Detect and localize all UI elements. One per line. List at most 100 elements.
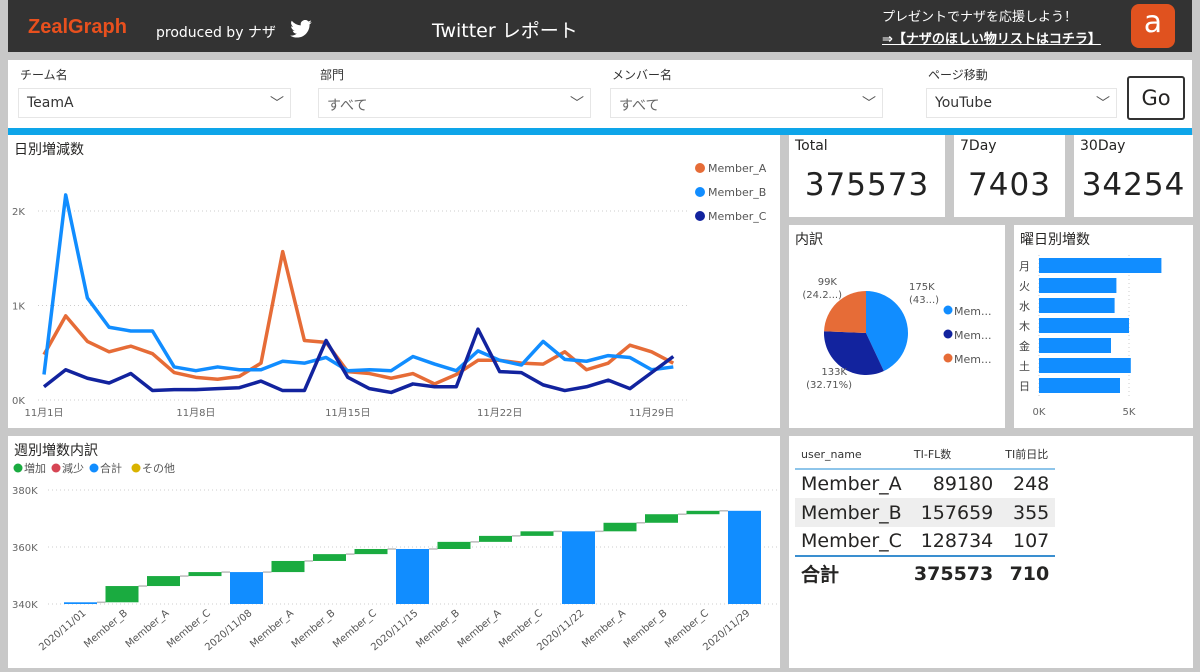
dept-label: 部門 (320, 68, 345, 82)
waterfall-bar-1 (105, 586, 139, 603)
7day-value: 7403 (968, 167, 1051, 203)
weekly-waterfall-chart: 増加 減少 合計 その他340K360K380K2020/11/01Member_BM… (12, 461, 778, 653)
produced-by: produced by ナザ (156, 25, 276, 41)
twitter-icon[interactable] (290, 20, 312, 38)
chevron-down-icon: ﹀ (570, 96, 584, 112)
legend-marker (13, 463, 23, 473)
waterfall-bar-0 (64, 602, 97, 604)
bar-6 (1039, 378, 1120, 393)
waterfall-title: 週別増数内訳 (14, 443, 98, 459)
legend-marker (943, 305, 953, 315)
cell: 248 (1012, 473, 1050, 495)
app-header: ZealGraph produced by ナザ Twitter レポート プレ… (8, 0, 1192, 52)
x-tick-label: Member_B (82, 608, 130, 651)
x-tick-label: 2020/11/01 (37, 608, 88, 653)
legend-label: その他 (142, 462, 175, 475)
legend-marker (695, 163, 705, 173)
category-label: 水 (1019, 300, 1030, 313)
pie-value-label: 133K (821, 367, 847, 378)
chevron-down-icon: ﹀ (862, 96, 876, 112)
bar-5 (1039, 358, 1131, 373)
waterfall-bar-10 (479, 535, 512, 542)
logo: ZealGraph (28, 16, 127, 38)
page-nav-value: YouTube (935, 95, 992, 111)
legend-label: 増加 (24, 462, 46, 475)
table-total-row: 合計 375573 710 (795, 555, 1056, 590)
bar-0 (1039, 258, 1162, 273)
x-tick-label: 11月15日 (325, 407, 370, 419)
waterfall-bar-12 (562, 531, 595, 604)
waterfall-bar-5 (271, 560, 305, 573)
wishlist-link[interactable]: ⇒【ナザのほしい物リストはコチラ】 (882, 28, 1101, 47)
x-tick-label: Member_A (248, 608, 296, 651)
cell: 89180 (932, 473, 994, 495)
col-user-name[interactable]: user_name (795, 438, 908, 470)
category-label: 土 (1019, 360, 1030, 373)
30day-card: 30Day 34254 (1074, 135, 1193, 217)
x-tick-label: 11月8日 (176, 407, 215, 419)
30day-value: 34254 (1081, 167, 1186, 203)
series-line-member_a (42, 249, 675, 386)
member-select[interactable]: すべて ﹀ (610, 88, 883, 118)
table-row: Member_B 157659 355 (795, 498, 1056, 527)
waterfall-bar-8 (396, 548, 429, 604)
total-label: Total (795, 138, 828, 154)
bar-4 (1039, 338, 1111, 353)
amazon-icon[interactable]: a (1131, 4, 1175, 48)
pie-title: 内訳 (795, 232, 823, 248)
weekly-panel: 週別増数内訳 増加 減少 合計 その他 340K 360K 380K 2020/11/01 Me… (8, 436, 780, 668)
7day-label: 7Day (960, 138, 997, 154)
col-day-diff[interactable]: TI前日比 (999, 438, 1056, 470)
legend-marker (695, 187, 705, 197)
legend-label: Member_B (708, 186, 766, 199)
waterfall-bar-14 (645, 514, 678, 523)
table-row: Member_C 128734 107 (795, 527, 1055, 556)
waterfall-bar-9 (437, 541, 471, 549)
cell: 107 (1012, 530, 1050, 552)
bar-1 (1039, 278, 1117, 293)
x-tick-label: Member_B (414, 608, 462, 651)
bar-3 (1039, 318, 1129, 333)
cell: 710 (999, 555, 1056, 590)
waterfall-bar-13 (603, 522, 637, 532)
col-fl-count[interactable]: TI-FL数 (907, 438, 1000, 470)
x-tick-label: 11月22日 (477, 407, 522, 419)
weekday-panel: 曜日別増数 0K 5K 月火水木金土日 (1014, 225, 1193, 428)
page-nav-select[interactable]: YouTube ﹀ (926, 88, 1117, 118)
weekday-title: 曜日別増数 (1020, 232, 1090, 248)
dept-select[interactable]: すべて ﹀ (318, 88, 591, 118)
x-tick-label: 5K (1123, 407, 1136, 418)
cell: Member_A (801, 473, 902, 495)
weekday-bar-chart: 0K 5K 月火水木金土日 (1019, 255, 1162, 418)
x-tick-label: Member_A (124, 608, 172, 651)
legend-label: Mem... (954, 305, 991, 318)
legend-marker (943, 329, 953, 339)
total-card: Total 375573 (789, 135, 945, 217)
member-table-panel: user_name TI-FL数 TI前日比 Member_A 89180 248 … (789, 436, 1193, 668)
x-tick-label: 11月29日 (629, 407, 674, 419)
legend-marker (51, 463, 61, 473)
team-value: TeamA (27, 95, 74, 111)
dept-value: すべて (327, 98, 368, 114)
legend-marker (943, 353, 953, 363)
bar-2 (1039, 298, 1115, 313)
member-table: user_name TI-FL数 TI前日比 Member_A 89180 248 … (795, 438, 1056, 590)
cell: Member_B (795, 498, 908, 527)
x-tick-label: Member_B (290, 608, 338, 651)
category-label: 月 (1019, 260, 1030, 273)
30day-label: 30Day (1080, 138, 1126, 154)
team-select[interactable]: TeamA ﹀ (18, 88, 291, 118)
pie-percent-label: (24.2...) (802, 290, 842, 301)
y-tick-label: 2K (12, 207, 25, 218)
cell: 合計 (795, 555, 908, 590)
y-tick-label: 1K (12, 302, 25, 313)
y-tick-label: 360K (12, 543, 38, 554)
legend-marker (695, 211, 705, 221)
waterfall-bar-7 (354, 548, 388, 555)
page-nav-label: ページ移動 (928, 68, 988, 82)
breakdown-panel: 内訳 175K (43...) Mem... 133K (32.71%) Mem... 99… (789, 225, 1005, 428)
legend-marker (131, 463, 141, 473)
pie-value-label: 175K (909, 282, 935, 293)
go-button[interactable]: Go (1127, 76, 1185, 120)
legend-label: Mem... (954, 329, 991, 342)
